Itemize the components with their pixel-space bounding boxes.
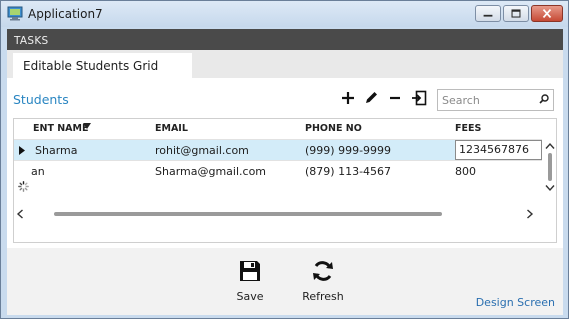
close-icon	[542, 8, 552, 19]
column-header-fees[interactable]: FEES	[455, 123, 481, 134]
students-grid: ENT NAME EMAIL PHONE NO FEES Sharma rohi…	[13, 118, 557, 243]
scroll-right-icon[interactable]	[526, 209, 534, 219]
maximize-button[interactable]	[503, 5, 529, 22]
scroll-up-icon[interactable]	[545, 142, 555, 150]
search-box	[437, 89, 554, 111]
minimize-button[interactable]	[475, 5, 501, 22]
refresh-button[interactable]: Refresh	[298, 259, 348, 303]
app-window: Application7 TASKS Editable Students Gri…	[0, 0, 569, 319]
cell-email[interactable]: Sharma@gmail.com	[155, 165, 266, 178]
save-label: Save	[236, 290, 264, 303]
cell-name[interactable]: Sharma	[35, 144, 77, 157]
design-screen-link[interactable]: Design Screen	[476, 296, 555, 309]
tab-editable-students-grid[interactable]: Editable Students Grid	[13, 53, 192, 78]
export-icon	[412, 90, 427, 106]
screen-content: Students Search ENT NAME EMAIL PHONE NO …	[7, 78, 563, 271]
cell-phone[interactable]: (999) 999-9999	[305, 144, 391, 157]
title-bar[interactable]: Application7	[1, 1, 568, 27]
tasks-bar[interactable]: TASKS	[7, 29, 563, 50]
search-icon[interactable]	[538, 93, 550, 105]
cell-fees-editor[interactable]: 1234567876	[455, 140, 542, 160]
scroll-down-icon[interactable]	[545, 184, 555, 192]
horizontal-scroll-thumb[interactable]	[54, 212, 442, 216]
edit-icon	[366, 92, 377, 103]
search-input[interactable]	[439, 91, 533, 109]
app-icon	[7, 6, 23, 21]
add-button[interactable]	[339, 89, 357, 107]
minimize-icon	[483, 14, 493, 17]
edit-button[interactable]	[362, 89, 380, 107]
cell-fees[interactable]: 800	[455, 165, 476, 178]
refresh-icon	[313, 261, 333, 281]
cell-email[interactable]: rohit@gmail.com	[155, 144, 249, 157]
maximize-icon	[511, 9, 521, 18]
current-row-icon	[19, 146, 25, 155]
export-button[interactable]	[410, 89, 428, 107]
grid-header: ENT NAME EMAIL PHONE NO FEES	[14, 119, 556, 139]
save-button[interactable]: Save	[233, 259, 267, 303]
cell-name[interactable]: an	[31, 165, 45, 178]
column-header-name[interactable]: ENT NAME	[33, 123, 88, 134]
tab-strip: Editable Students Grid	[7, 50, 563, 78]
section-title: Students	[13, 92, 69, 107]
tasks-label: TASKS	[14, 35, 49, 47]
vertical-scrollbar[interactable]	[542, 139, 556, 205]
table-row[interactable]: an Sharma@gmail.com (879) 113-4567 800	[14, 160, 542, 181]
add-icon	[342, 92, 354, 104]
refresh-label: Refresh	[302, 290, 344, 303]
window-title: Application7	[28, 7, 103, 21]
client-area: TASKS Editable Students Grid Students Se…	[7, 29, 563, 315]
delete-icon	[390, 96, 400, 100]
column-header-phone[interactable]: PHONE NO	[305, 123, 362, 134]
horizontal-scrollbar[interactable]	[14, 205, 542, 221]
sort-desc-icon[interactable]	[82, 122, 92, 130]
close-button[interactable]	[531, 5, 563, 22]
column-header-email[interactable]: EMAIL	[155, 123, 188, 134]
tab-label: Editable Students Grid	[23, 59, 159, 73]
scroll-left-icon[interactable]	[16, 209, 24, 219]
table-row[interactable]: Sharma rohit@gmail.com (999) 999-9999 12…	[14, 139, 542, 160]
vertical-scroll-thumb[interactable]	[548, 153, 552, 181]
cell-phone[interactable]: (879) 113-4567	[305, 165, 391, 178]
command-bar: Save Refresh Design Screen	[7, 248, 563, 315]
save-icon	[240, 261, 260, 281]
delete-button[interactable]	[386, 89, 404, 107]
loading-spinner-icon	[18, 181, 29, 192]
